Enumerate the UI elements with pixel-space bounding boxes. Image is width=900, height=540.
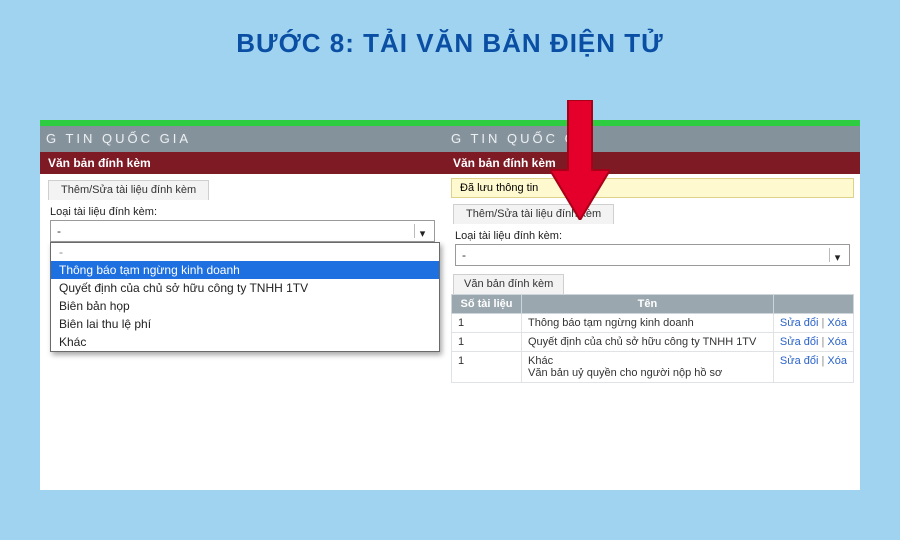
attachment-type-select[interactable]: - ▾ xyxy=(455,244,850,266)
col-header-number: Số tài liệu xyxy=(452,295,522,314)
dropdown-option[interactable]: Biên lai thu lệ phí xyxy=(51,315,439,333)
delete-link[interactable]: Xóa xyxy=(827,336,847,348)
cell-actions: Sửa đổi | Xóa xyxy=(773,314,853,333)
select-current-value: - xyxy=(57,224,61,238)
chevron-down-icon: ▾ xyxy=(414,224,430,238)
site-header-fragment: G TIN QUỐC GIA xyxy=(40,126,445,152)
dropdown-option[interactable]: Thông báo tạm ngừng kinh doanh xyxy=(51,261,439,279)
cell-name: Thông báo tạm ngừng kinh doanh xyxy=(522,314,774,333)
cell-number: 1 xyxy=(452,333,522,352)
dropdown-option[interactable]: Khác xyxy=(51,333,439,351)
attachment-type-dropdown[interactable]: - Thông báo tạm ngừng kinh doanh Quyết đ… xyxy=(50,242,440,352)
select-current-value: - xyxy=(462,248,466,262)
attachments-table: Số tài liệu Tên 1 Thông báo tạm ngừng ki… xyxy=(451,294,854,383)
dropdown-option[interactable]: Quyết định của chủ sở hữu công ty TNHH 1… xyxy=(51,279,439,297)
delete-link[interactable]: Xóa xyxy=(827,355,847,367)
screenshot-stage: G TIN QUỐC GIA Văn bản đính kèm Thêm/Sửa… xyxy=(40,120,860,490)
cell-number: 1 xyxy=(452,314,522,333)
cell-actions: Sửa đổi | Xóa xyxy=(773,333,853,352)
delete-link[interactable]: Xóa xyxy=(827,317,847,329)
tab-add-edit-attachment[interactable]: Thêm/Sửa tài liệu đính kèm xyxy=(453,204,614,224)
cell-name: Quyết định của chủ sở hữu công ty TNHH 1… xyxy=(522,333,774,352)
page-title: BƯỚC 8: TẢI VĂN BẢN ĐIỆN TỬ xyxy=(0,0,900,59)
table-row: 1 Quyết định của chủ sở hữu công ty TNHH… xyxy=(452,333,854,352)
col-header-actions xyxy=(773,295,853,314)
section-title: Văn bản đính kèm xyxy=(445,152,860,174)
attachment-type-label: Loại tài liệu đính kèm: xyxy=(445,224,860,244)
section-title: Văn bản đính kèm xyxy=(40,152,445,174)
table-row: 1 Khác Văn bản uỷ quyền cho người nộp hồ… xyxy=(452,352,854,383)
table-header-row: Số tài liệu Tên xyxy=(452,295,854,314)
site-header-fragment: G TIN QUỐC GIA xyxy=(445,126,860,152)
dropdown-option[interactable]: - xyxy=(51,243,439,261)
saved-info-message: Đã lưu thông tin xyxy=(451,178,854,198)
table-row: 1 Thông báo tạm ngừng kinh doanh Sửa đổi… xyxy=(452,314,854,333)
panel-right: G TIN QUỐC GIA Văn bản đính kèm Đã lưu t… xyxy=(445,120,860,490)
tab-add-edit-attachment[interactable]: Thêm/Sửa tài liệu đính kèm xyxy=(48,180,209,200)
col-header-name: Tên xyxy=(522,295,774,314)
attachments-subheading: Văn bản đính kèm xyxy=(453,274,564,294)
cell-name: Khác Văn bản uỷ quyền cho người nộp hồ s… xyxy=(522,352,774,383)
attachment-type-select[interactable]: - ▾ xyxy=(50,220,435,242)
cell-actions: Sửa đổi | Xóa xyxy=(773,352,853,383)
attachment-type-label: Loại tài liệu đính kèm: xyxy=(40,200,445,220)
edit-link[interactable]: Sửa đổi xyxy=(780,355,819,367)
dropdown-option[interactable]: Biên bản họp xyxy=(51,297,439,315)
edit-link[interactable]: Sửa đổi xyxy=(780,317,819,329)
chevron-down-icon: ▾ xyxy=(829,248,845,262)
panel-left: G TIN QUỐC GIA Văn bản đính kèm Thêm/Sửa… xyxy=(40,120,445,490)
edit-link[interactable]: Sửa đổi xyxy=(780,336,819,348)
cell-number: 1 xyxy=(452,352,522,383)
